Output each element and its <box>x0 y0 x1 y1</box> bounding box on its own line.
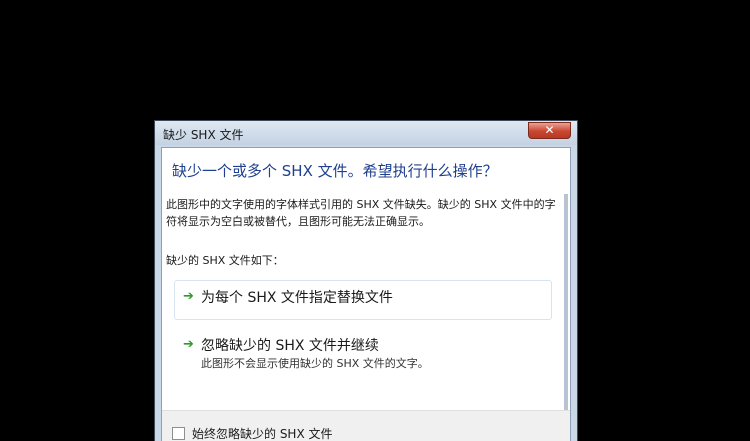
content-text: 此图形中的文字使用的字体样式引用的 SHX 文件缺失。缺少的 SHX 文件中的字… <box>166 198 556 228</box>
always-ignore-label[interactable]: 始终忽略缺少的 SHX 文件 <box>192 425 333 441</box>
command-link-specify-replacement[interactable]: ➔ 为每个 SHX 文件指定替换文件 <box>174 280 552 320</box>
command-link-ignore-continue[interactable]: ➔ 忽略缺少的 SHX 文件并继续 此图形不会显示使用缺少的 SHX 文件的文字… <box>174 328 552 374</box>
close-button[interactable]: ✕ <box>528 122 571 139</box>
main-instruction: 缺少一个或多个 SHX 文件。希望执行什么操作？ <box>172 162 498 180</box>
command-link-label: 忽略缺少的 SHX 文件并继续 <box>201 338 379 354</box>
dialog-footer: 始终忽略缺少的 SHX 文件 <box>162 410 570 441</box>
window-title: 缺少 SHX 文件 <box>163 128 244 142</box>
command-link-label: 为每个 SHX 文件指定替换文件 <box>201 290 393 306</box>
dialog-body: 缺少一个或多个 SHX 文件。希望执行什么操作？ 此图形中的文字使用的字体样式引… <box>161 147 571 441</box>
green-arrow-icon: ➔ <box>183 337 194 352</box>
missing-files-caption: 缺少的 SHX 文件如下： <box>166 254 284 267</box>
scrollbar[interactable] <box>564 194 568 441</box>
command-link-note: 此图形不会显示使用缺少的 SHX 文件的文字。 <box>201 357 429 370</box>
green-arrow-icon: ➔ <box>183 289 194 304</box>
missing-shx-dialog: 缺少 SHX 文件 ✕ 缺少一个或多个 SHX 文件。希望执行什么操作？ 此图形… <box>154 120 578 441</box>
always-ignore-checkbox[interactable] <box>172 427 185 440</box>
title-bar[interactable]: 缺少 SHX 文件 ✕ <box>155 121 577 145</box>
